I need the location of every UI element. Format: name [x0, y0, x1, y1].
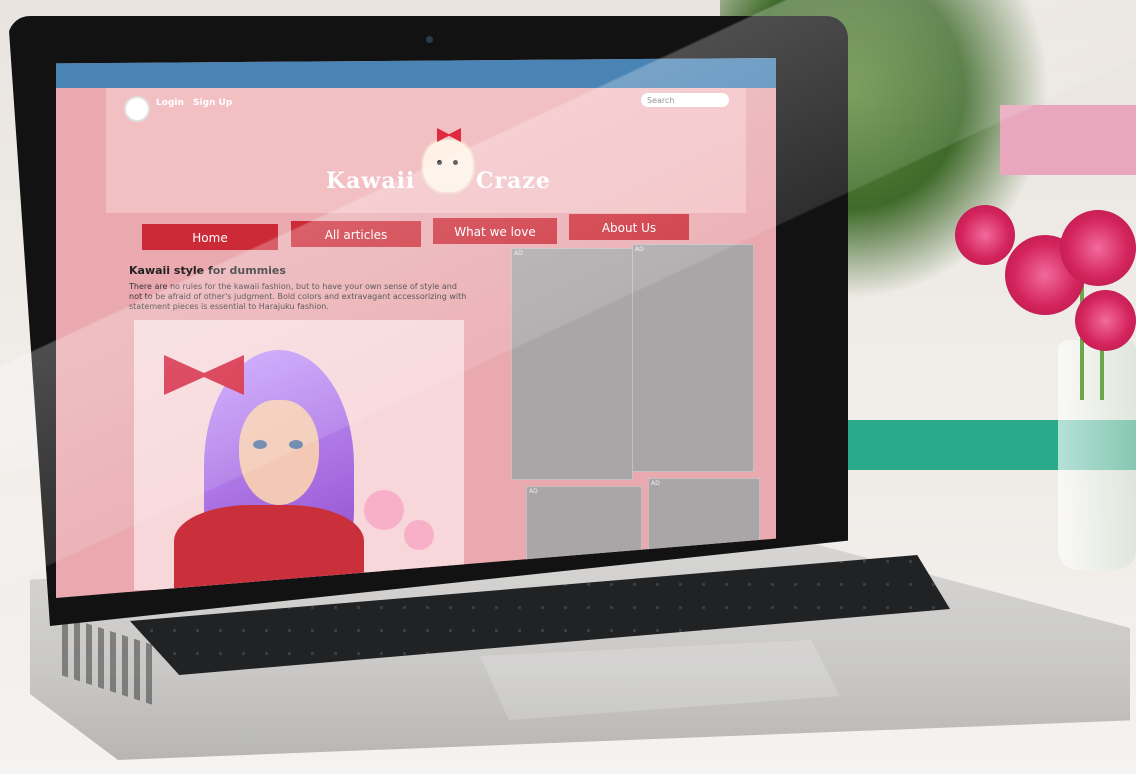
- article-body: There are no rules for the kawaii fashio…: [129, 282, 467, 311]
- kawaii-mascot-icon: [421, 128, 475, 194]
- anime-girl-face: [239, 400, 319, 505]
- mascot-eye: [453, 160, 458, 165]
- ad-slot[interactable]: AD: [632, 244, 754, 472]
- carnation-flower: [955, 205, 1015, 265]
- nav-home-button[interactable]: Home: [142, 224, 278, 250]
- ad-slot[interactable]: AD: [511, 248, 633, 480]
- glass-vase: [1058, 340, 1136, 570]
- logo-text-left: Kawaii: [326, 168, 416, 194]
- mascot-eye: [437, 160, 442, 165]
- ad-label: AD: [635, 246, 644, 253]
- carnation-flower: [1075, 290, 1136, 351]
- cherry-blossom: [364, 490, 404, 530]
- laptop-screen: Login Sign Up Kawaii Craze Home All arti…: [56, 58, 776, 598]
- ad-label: AD: [529, 488, 538, 495]
- article-image[interactable]: [134, 320, 464, 590]
- webcam: [426, 36, 433, 43]
- anime-girl-ribbon: [164, 355, 244, 395]
- anime-girl-eye: [253, 440, 267, 449]
- auth-links: Login Sign Up: [156, 98, 238, 108]
- search-input[interactable]: [641, 93, 729, 107]
- nav-about-us-button[interactable]: About Us: [569, 214, 689, 240]
- signup-link[interactable]: Sign Up: [193, 98, 232, 108]
- login-link[interactable]: Login: [156, 98, 184, 108]
- user-avatar-icon[interactable]: [124, 96, 150, 122]
- cherry-blossom: [404, 520, 434, 550]
- logo-text-right: Craze: [476, 168, 551, 194]
- anime-girl-eye: [289, 440, 303, 449]
- ad-label: AD: [651, 480, 660, 487]
- article-title[interactable]: Kawaii style for dummies: [129, 264, 286, 277]
- nav-all-articles-button[interactable]: All articles: [291, 221, 421, 247]
- nav-what-we-love-button[interactable]: What we love: [433, 218, 557, 244]
- carnation-flower: [1060, 210, 1136, 286]
- ad-label: AD: [514, 250, 523, 257]
- background-pink-box: [1000, 105, 1136, 175]
